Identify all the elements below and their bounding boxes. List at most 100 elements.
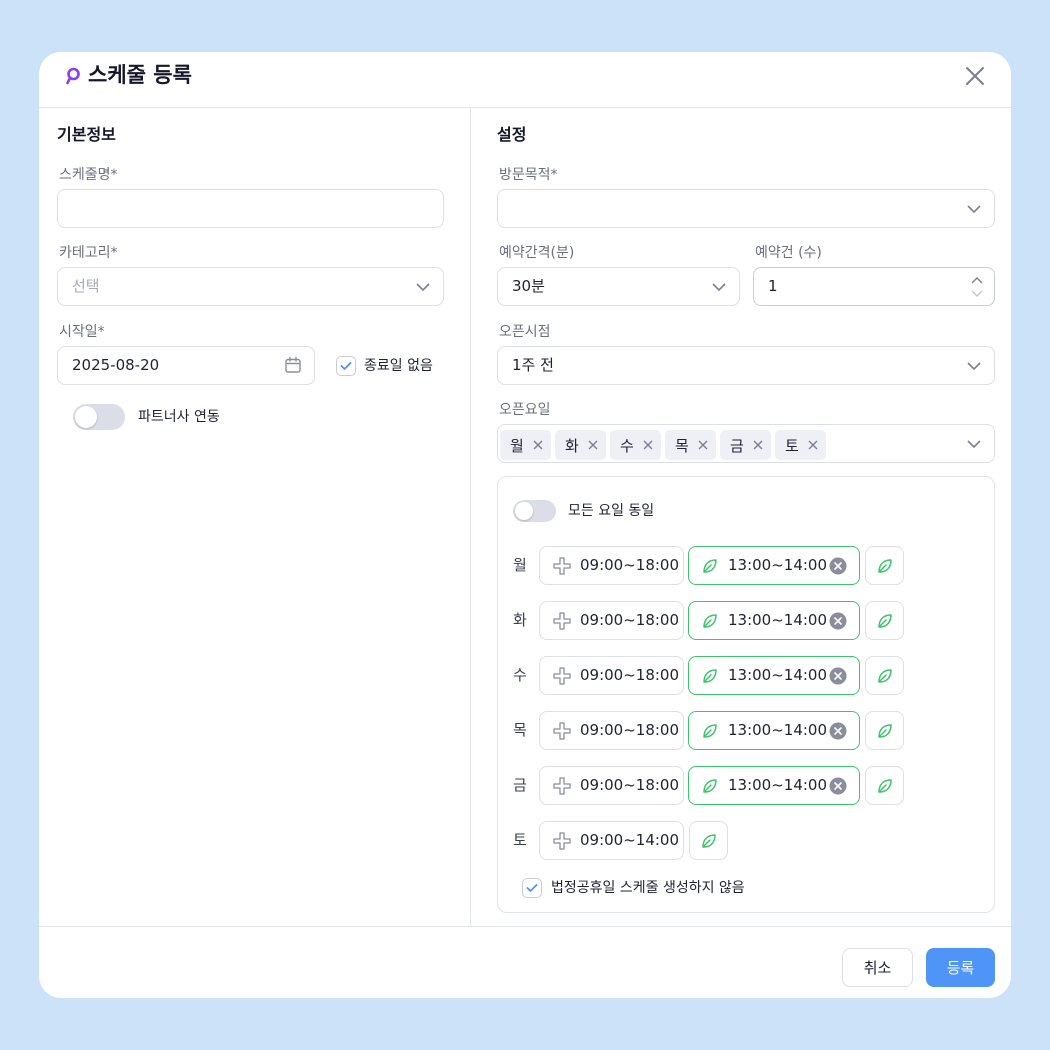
add-icon	[553, 667, 571, 685]
close-button[interactable]	[961, 62, 989, 90]
hours-button-sat[interactable]: 09:00~14:00	[539, 821, 684, 860]
count-value: 1	[768, 277, 778, 295]
leaf-icon	[703, 614, 717, 628]
visit-purpose-label: 방문목적*	[499, 167, 558, 183]
schedule-register-modal: 스케줄 등록 기본정보 스케줄명* 카테고리* 선택 시작일* 2025-08-…	[39, 52, 1011, 998]
hours-button-thu[interactable]: 09:00~18:00	[539, 711, 684, 750]
add-break-button-sat[interactable]	[689, 821, 728, 860]
cancel-button[interactable]: 취소	[842, 948, 913, 987]
remove-chip-icon[interactable]	[587, 439, 599, 451]
schedule-name-label: 스케줄명*	[59, 167, 118, 183]
day-label-wed: 수	[513, 666, 527, 684]
day-chip-sat: 토	[775, 430, 826, 460]
open-time-value: 1주 전	[512, 356, 554, 374]
add-icon	[553, 612, 571, 630]
add-break-button-tue[interactable]	[865, 601, 904, 640]
break-time-fri[interactable]: 13:00~14:00	[688, 766, 860, 805]
hours-button-fri[interactable]: 09:00~18:00	[539, 766, 684, 805]
basic-info-title: 기본정보	[57, 125, 116, 144]
add-icon	[553, 557, 571, 575]
chevron-down-icon	[416, 283, 430, 292]
add-icon	[553, 722, 571, 740]
count-input[interactable]: 1	[753, 267, 995, 306]
visit-purpose-select[interactable]	[497, 189, 995, 228]
same-all-days-toggle[interactable]	[513, 500, 556, 522]
remove-break-icon[interactable]	[829, 557, 847, 575]
remove-chip-icon[interactable]	[697, 439, 709, 451]
leaf-icon	[878, 779, 892, 793]
day-chip-wed: 수	[610, 430, 661, 460]
partner-link-toggle[interactable]	[73, 404, 125, 430]
day-label-tue: 화	[513, 611, 527, 629]
column-divider	[470, 108, 471, 926]
break-time-mon[interactable]: 13:00~14:00	[688, 546, 860, 585]
open-days-multiselect[interactable]: 월 화 수 목 금 토	[497, 424, 995, 463]
leaf-icon	[702, 834, 716, 848]
footer-divider	[39, 926, 1011, 927]
remove-break-icon[interactable]	[829, 777, 847, 795]
interval-value: 30분	[512, 277, 545, 295]
remove-break-icon[interactable]	[829, 722, 847, 740]
skip-holidays-checkbox[interactable]	[522, 878, 542, 898]
day-chip-thu: 목	[665, 430, 716, 460]
calendar-icon[interactable]	[284, 356, 302, 374]
add-break-button-mon[interactable]	[865, 546, 904, 585]
category-placeholder: 선택	[72, 277, 100, 295]
category-select[interactable]: 선택	[57, 267, 444, 306]
toggle-knob	[515, 502, 533, 520]
schedule-name-input[interactable]	[57, 189, 444, 228]
chevron-down-icon	[967, 362, 981, 371]
break-time-wed[interactable]: 13:00~14:00	[688, 656, 860, 695]
remove-chip-icon[interactable]	[752, 439, 764, 451]
interval-select[interactable]: 30분	[497, 267, 740, 306]
add-break-button-fri[interactable]	[865, 766, 904, 805]
no-end-date-checkbox[interactable]	[336, 356, 356, 376]
category-label: 카테고리*	[59, 245, 118, 261]
break-time-thu[interactable]: 13:00~14:00	[688, 711, 860, 750]
remove-chip-icon[interactable]	[532, 439, 544, 451]
remove-chip-icon[interactable]	[807, 439, 819, 451]
hours-button-mon[interactable]: 09:00~18:00	[539, 546, 684, 585]
open-days-label: 오픈요일	[499, 402, 551, 418]
day-label-fri: 금	[513, 776, 527, 794]
day-chip-mon: 월	[500, 430, 551, 460]
interval-label: 예약간격(분)	[499, 245, 575, 261]
leaf-icon	[703, 669, 717, 683]
remove-break-icon[interactable]	[829, 667, 847, 685]
leaf-icon	[878, 614, 892, 628]
leaf-icon	[878, 669, 892, 683]
add-break-button-wed[interactable]	[865, 656, 904, 695]
leaf-icon	[703, 779, 717, 793]
start-date-input[interactable]: 2025-08-20	[57, 346, 315, 385]
hours-button-wed[interactable]: 09:00~18:00	[539, 656, 684, 695]
hours-button-tue[interactable]: 09:00~18:00	[539, 601, 684, 640]
no-end-date-label: 종료일 없음	[364, 358, 433, 374]
add-icon	[553, 777, 571, 795]
chevron-down-icon	[967, 440, 981, 449]
chevron-down-icon	[712, 283, 726, 292]
settings-title: 설정	[497, 125, 527, 144]
remove-chip-icon[interactable]	[642, 439, 654, 451]
chevron-down-icon	[967, 205, 981, 214]
day-label-sat: 토	[513, 831, 527, 849]
submit-button[interactable]: 등록	[926, 948, 995, 987]
day-chip-tue: 화	[555, 430, 606, 460]
add-icon	[553, 832, 571, 850]
skip-holidays-label: 법정공휴일 스케줄 생성하지 않음	[551, 880, 745, 896]
open-time-select[interactable]: 1주 전	[497, 346, 995, 385]
leaf-icon	[703, 559, 717, 573]
leaf-icon	[703, 724, 717, 738]
remove-break-icon[interactable]	[829, 612, 847, 630]
check-icon	[340, 362, 352, 370]
stepper-icon[interactable]	[970, 275, 984, 299]
start-date-label: 시작일*	[59, 324, 105, 340]
leaf-icon	[878, 559, 892, 573]
toggle-knob	[75, 406, 97, 428]
count-label: 예약건 (수)	[755, 245, 822, 261]
modal-header: 스케줄 등록	[39, 52, 1011, 108]
same-all-days-label: 모든 요일 동일	[568, 503, 655, 519]
day-chip-fri: 금	[720, 430, 771, 460]
break-time-tue[interactable]: 13:00~14:00	[688, 601, 860, 640]
open-time-label: 오픈시점	[499, 324, 551, 340]
add-break-button-thu[interactable]	[865, 711, 904, 750]
